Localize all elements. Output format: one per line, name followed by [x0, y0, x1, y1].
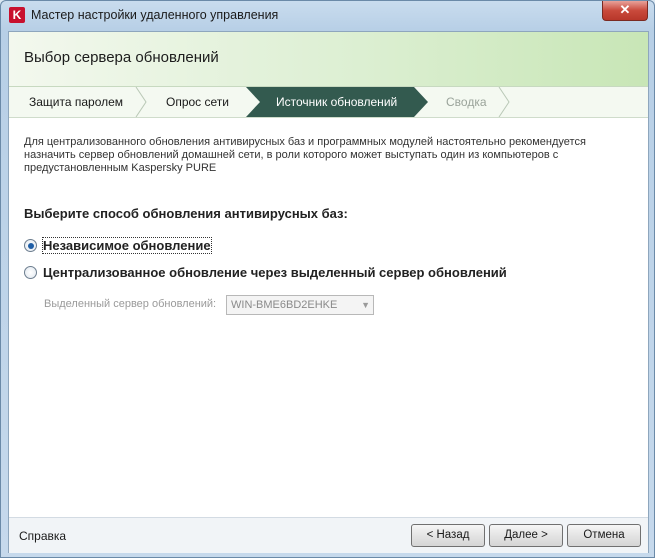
step-active-arrow-icon — [414, 87, 428, 117]
help-link[interactable]: Справка — [19, 529, 66, 543]
server-value: WIN-BME6BD2EHKE — [231, 299, 338, 311]
radio-checked-icon[interactable] — [24, 239, 37, 252]
title-bar: K Мастер настройки удаленного управления… — [1, 1, 654, 31]
step-separator-icon — [135, 87, 147, 117]
window-title: Мастер настройки удаленного управления — [31, 8, 279, 22]
step-network-scan: Опрос сети — [166, 95, 229, 109]
close-button[interactable]: ✕ — [602, 1, 648, 21]
step-password-protection: Защита паролем — [29, 95, 124, 109]
step-update-source: Источник обновлений — [246, 87, 414, 117]
server-label: Выделенный сервер обновлений: — [44, 298, 217, 310]
page-title: Выбор сервера обновлений — [24, 49, 219, 66]
chevron-down-icon: ▼ — [361, 300, 370, 310]
wizard-footer: Справка < Назад Далее > Отмена — [9, 517, 648, 553]
kaspersky-icon: K — [9, 7, 25, 23]
wizard-steps: Защита паролем Опрос сети Источник обнов… — [9, 87, 648, 118]
step-separator-icon — [498, 87, 510, 117]
cancel-button[interactable]: Отмена — [567, 524, 641, 547]
wizard-window: K Мастер настройки удаленного управления… — [0, 0, 655, 558]
next-button[interactable]: Далее > — [489, 524, 563, 547]
step-active-left-notch — [246, 87, 260, 117]
back-button[interactable]: < Назад — [411, 524, 485, 547]
option-independent-update[interactable]: Независимое обновление — [24, 237, 212, 254]
server-dropdown[interactable]: WIN-BME6BD2EHKE ▼ — [226, 295, 374, 315]
radio-unchecked-icon[interactable] — [24, 266, 37, 279]
option-label: Независимое обновление — [42, 237, 212, 254]
step-summary: Сводка — [446, 95, 487, 109]
description-text: Для централизованного обновления антивир… — [24, 136, 586, 174]
wizard-content: Выбор сервера обновлений Защита паролем … — [8, 31, 649, 553]
update-method-question: Выберите способ обновления антивирусных … — [24, 206, 348, 221]
wizard-header: Выбор сервера обновлений — [9, 32, 648, 87]
option-centralized-update[interactable]: Централизованное обновление через выделе… — [24, 265, 507, 280]
option-label: Централизованное обновление через выделе… — [43, 265, 507, 280]
